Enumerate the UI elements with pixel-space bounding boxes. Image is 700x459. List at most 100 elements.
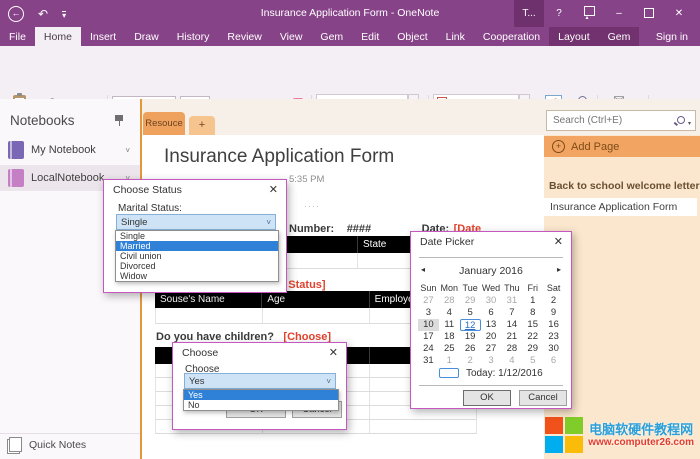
calendar-day[interactable]: 5 <box>460 307 481 319</box>
weekday-label: Tue <box>460 282 481 294</box>
ribbon-tab[interactable]: Home <box>35 27 81 46</box>
quick-notes-item[interactable]: Quick Notes <box>0 433 140 455</box>
calendar-day[interactable]: 19 <box>460 331 481 343</box>
ok-button[interactable]: OK <box>463 390 511 406</box>
calendar-day[interactable]: 7 <box>501 307 522 319</box>
ribbon-tab[interactable]: Object <box>388 27 436 46</box>
select-option[interactable]: Widow <box>116 271 278 281</box>
calendar-day[interactable]: 26 <box>460 343 481 355</box>
next-month-icon[interactable]: ▸ <box>557 265 561 274</box>
calendar-day[interactable]: 27 <box>481 343 502 355</box>
calendar-day[interactable]: 1 <box>439 355 460 367</box>
select-option[interactable]: Single <box>116 231 278 241</box>
select-option[interactable]: No <box>184 400 338 410</box>
calendar-day[interactable]: 29 <box>522 343 543 355</box>
calendar-day[interactable]: 2 <box>543 295 564 307</box>
close-button[interactable] <box>664 0 694 27</box>
select-option[interactable]: Yes <box>184 390 338 400</box>
section-tab-resouce[interactable]: Resouce <box>143 112 185 135</box>
today-checkbox[interactable] <box>439 368 459 378</box>
new-section-tab[interactable]: + <box>189 116 215 135</box>
select-option[interactable]: Married <box>116 241 278 251</box>
calendar-day[interactable]: 3 <box>481 355 502 367</box>
select-option[interactable]: Civil union <box>116 251 278 261</box>
cancel-button[interactable]: Cancel <box>519 390 567 406</box>
ribbon-tab[interactable]: Gem <box>311 27 352 46</box>
page-list-item[interactable]: Back to school welcome letter <box>549 180 700 192</box>
calendar-day[interactable]: 8 <box>522 307 543 319</box>
sign-in-link[interactable]: Sign in <box>644 27 700 46</box>
ribbon-tab[interactable]: Review <box>218 27 270 46</box>
calendar-day[interactable]: 4 <box>439 307 460 319</box>
prev-month-icon[interactable]: ◂ <box>421 265 425 274</box>
search-scope-caret-icon[interactable] <box>686 112 691 130</box>
ribbon-tab[interactable]: Edit <box>352 27 388 46</box>
today-row[interactable]: Today: 1/12/2016 <box>411 368 571 379</box>
search-box[interactable] <box>546 110 696 131</box>
calendar-day[interactable]: 10 <box>418 319 439 331</box>
ribbon-tab[interactable]: Link <box>437 27 474 46</box>
teamviewer-badge[interactable]: T... <box>514 0 544 27</box>
calendar-day[interactable]: 2 <box>460 355 481 367</box>
calendar-day[interactable]: 1 <box>522 295 543 307</box>
notebook-item[interactable]: My Notebook ˅ <box>0 137 140 163</box>
calendar-day[interactable]: 24 <box>418 343 439 355</box>
chevron-down-icon[interactable]: ˅ <box>125 146 130 155</box>
calendar-day[interactable]: 30 <box>543 343 564 355</box>
ribbon-tab[interactable]: History <box>168 27 219 46</box>
calendar-day[interactable]: 29 <box>460 295 481 307</box>
close-icon[interactable]: ✕ <box>269 183 278 196</box>
calendar-day[interactable]: 17 <box>418 331 439 343</box>
calendar-day[interactable]: 25 <box>439 343 460 355</box>
ribbon-tab[interactable]: Gem <box>599 27 640 46</box>
calendar-day[interactable]: 18 <box>439 331 460 343</box>
calendar-day[interactable]: 20 <box>481 331 502 343</box>
maximize-button[interactable] <box>634 0 664 27</box>
pin-icon[interactable] <box>114 115 124 127</box>
calendar-day[interactable]: 23 <box>543 331 564 343</box>
calendar-day[interactable]: 15 <box>522 319 543 331</box>
calendar-day[interactable]: 4 <box>501 355 522 367</box>
undo-icon[interactable]: ↶ <box>38 7 48 21</box>
calendar-day[interactable]: 13 <box>481 319 502 331</box>
page-list-item-selected[interactable]: Insurance Application Form <box>544 198 697 216</box>
children-select[interactable]: Yes <box>184 373 336 389</box>
add-page-button[interactable]: + Add Page <box>544 136 700 157</box>
customize-toolbar-icon[interactable]: ▾ <box>62 11 66 19</box>
calendar-day[interactable]: 31 <box>501 295 522 307</box>
page-title[interactable]: Insurance Application Form <box>164 146 394 168</box>
search-input[interactable] <box>551 114 663 127</box>
calendar-day[interactable]: 21 <box>501 331 522 343</box>
calendar-day[interactable]: 27 <box>418 295 439 307</box>
calendar-day[interactable]: 31 <box>418 355 439 367</box>
calendar-day[interactable]: 28 <box>439 295 460 307</box>
ribbon-tab[interactable]: Draw <box>125 27 168 46</box>
calendar-day[interactable]: 6 <box>543 355 564 367</box>
ribbon-display-options-button[interactable] <box>574 0 604 27</box>
calendar-day[interactable]: 30 <box>481 295 502 307</box>
close-icon[interactable]: ✕ <box>329 346 338 359</box>
close-icon[interactable]: ✕ <box>554 235 563 248</box>
marital-status-select[interactable]: Single <box>116 214 276 230</box>
calendar-day[interactable]: 3 <box>418 307 439 319</box>
calendar-day[interactable]: 12 <box>460 319 481 331</box>
calendar-day[interactable]: 9 <box>543 307 564 319</box>
select-option[interactable]: Divorced <box>116 261 278 271</box>
minimize-button[interactable] <box>604 0 634 27</box>
back-icon[interactable]: ← <box>8 6 24 22</box>
help-button[interactable]: ? <box>544 0 574 27</box>
ribbon-tab[interactable]: File <box>0 27 35 46</box>
ribbon-tab[interactable]: Cooperation <box>474 27 549 46</box>
calendar-day[interactable]: 16 <box>543 319 564 331</box>
search-icon[interactable] <box>674 115 686 127</box>
calendar-day[interactable]: 28 <box>501 343 522 355</box>
ribbon-tab[interactable]: Layout <box>549 27 599 46</box>
ribbon-tab[interactable]: Insert <box>81 27 125 46</box>
calendar-day[interactable]: 22 <box>522 331 543 343</box>
calendar-day[interactable]: 11 <box>439 319 460 331</box>
calendar-day[interactable]: 5 <box>522 355 543 367</box>
calendar-day[interactable]: 6 <box>481 307 502 319</box>
number-value[interactable]: #### <box>347 223 371 235</box>
ribbon-tab[interactable]: View <box>271 27 312 46</box>
calendar-day[interactable]: 14 <box>501 319 522 331</box>
